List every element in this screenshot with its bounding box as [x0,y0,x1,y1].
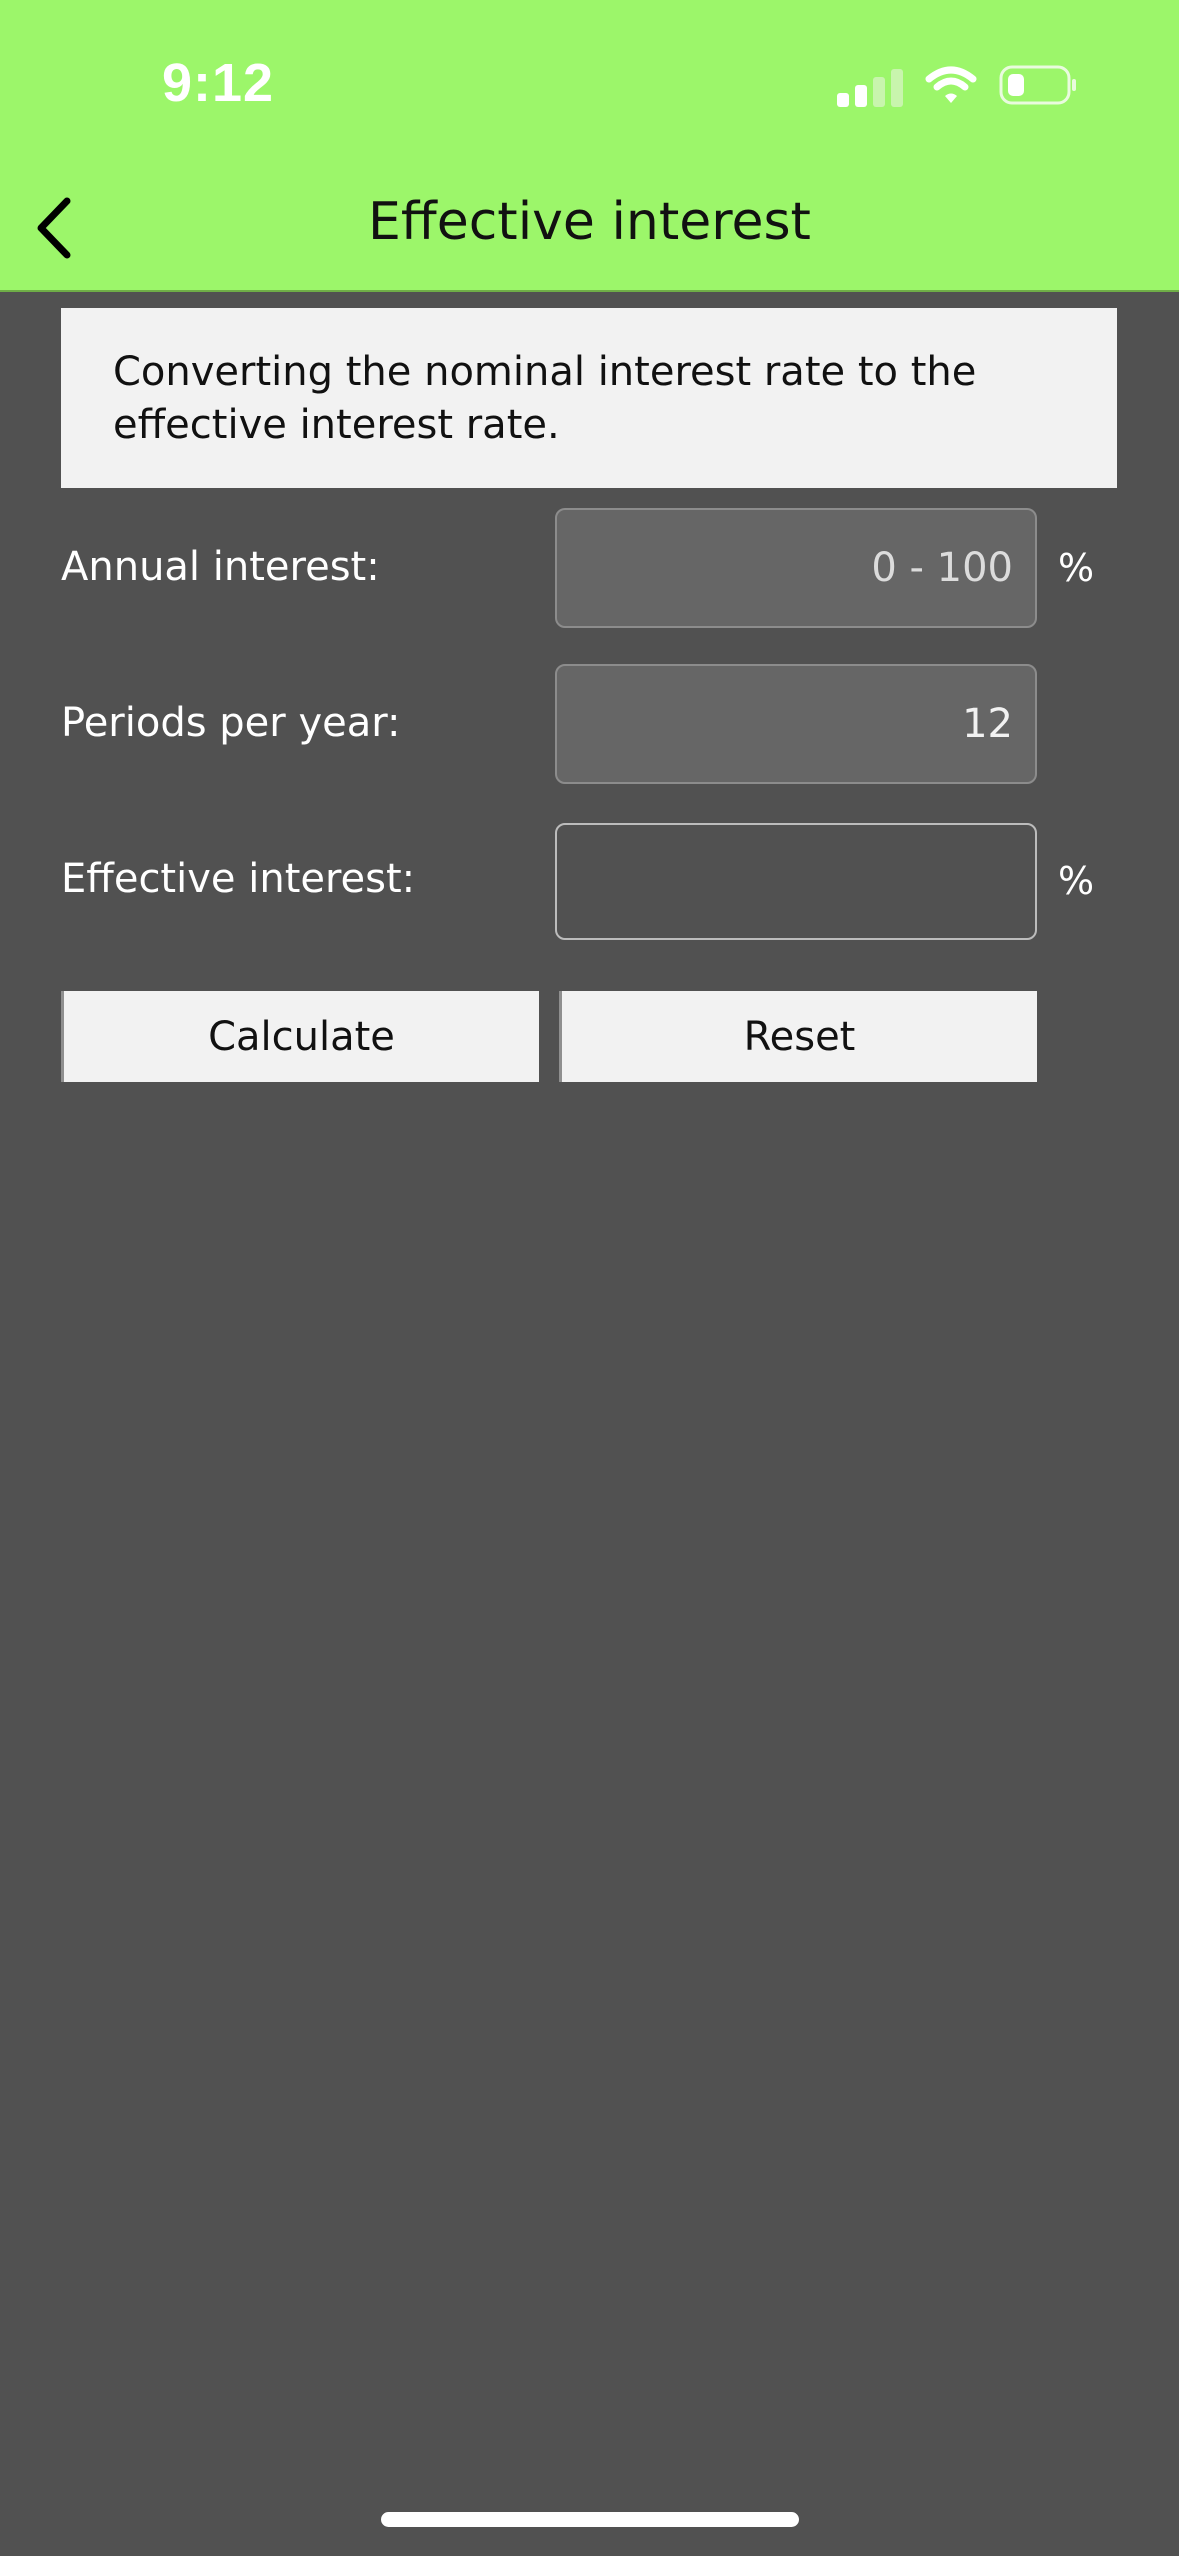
home-indicator[interactable] [381,2512,799,2527]
calculate-button-label: Calculate [208,1013,395,1060]
description-box: Converting the nominal interest rate to … [61,308,1117,488]
description-text: Converting the nominal interest rate to … [113,349,977,448]
effective-interest-label: Effective interest: [61,856,416,902]
status-icons [837,62,1079,112]
annual-interest-label: Annual interest: [61,544,380,590]
periods-per-year-label: Periods per year: [61,700,401,746]
app-header: 9:12 Effective interest [0,0,1179,292]
calculate-button[interactable]: Calculate [61,991,539,1082]
wifi-icon [925,65,977,109]
status-time: 9:12 [162,53,275,113]
cellular-signal-icon [837,67,903,107]
effective-interest-output[interactable] [555,823,1037,940]
page-title: Effective interest [368,192,811,252]
reset-button[interactable]: Reset [559,991,1037,1082]
effective-interest-unit: % [1058,859,1095,903]
battery-icon [999,64,1079,110]
reset-button-label: Reset [743,1013,856,1060]
annual-interest-input[interactable] [555,508,1037,628]
periods-per-year-input[interactable] [555,664,1037,784]
annual-interest-unit: % [1058,546,1095,590]
